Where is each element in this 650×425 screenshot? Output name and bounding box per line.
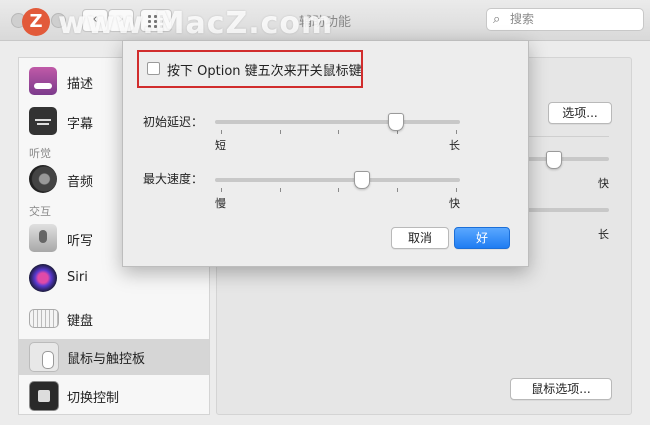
- sidebar-item-label: 字幕: [67, 117, 94, 132]
- watermark-text: www.MacZ.com: [58, 6, 334, 41]
- slider-tick: [338, 130, 339, 134]
- delay-long-label: 长: [598, 228, 609, 241]
- sidebar-item-label: 音频: [67, 175, 94, 190]
- speaker-icon: [29, 165, 57, 193]
- slider-tick: [280, 130, 281, 134]
- slider-tick: [456, 188, 457, 192]
- sidebar-item-label: 键盘: [67, 314, 94, 329]
- slider-tick: [456, 130, 457, 134]
- siri-icon: [29, 264, 57, 292]
- sidebar-item-switch-control[interactable]: 切换控制: [19, 378, 209, 414]
- slider-tick: [221, 130, 222, 134]
- max-speed-slider[interactable]: [215, 178, 460, 182]
- sidebar-item-label: 鼠标与触控板: [67, 352, 146, 367]
- sidebar-item-label: 描述: [67, 77, 94, 92]
- max-speed-label: 最大速度：: [143, 172, 204, 186]
- description-icon: [29, 67, 57, 95]
- slider-tick: [397, 188, 398, 192]
- mouse-options-button[interactable]: 鼠标选项...: [510, 378, 612, 400]
- delay-slider[interactable]: [517, 208, 609, 212]
- divider: [529, 136, 609, 137]
- max-speed-max-label: 快: [449, 197, 460, 210]
- switch-control-icon: [29, 381, 59, 411]
- sidebar-item-mouse-trackpad[interactable]: 鼠标与触控板: [19, 339, 209, 375]
- slider-tick: [280, 188, 281, 192]
- sidebar-item-label: 切换控制: [67, 391, 120, 406]
- max-speed-knob[interactable]: [354, 171, 370, 189]
- initial-delay-label: 初始延迟：: [143, 115, 204, 129]
- search-icon: ⌕: [493, 12, 501, 27]
- captions-icon: [29, 107, 57, 135]
- speed-fast-label: 快: [598, 177, 609, 190]
- initial-delay-max-label: 长: [449, 139, 460, 152]
- sidebar-item-keyboard[interactable]: 键盘: [19, 301, 209, 337]
- search-input[interactable]: ⌕ 搜索: [486, 8, 644, 31]
- section-header-hearing: 听觉: [29, 147, 51, 160]
- section-header-interaction: 交互: [29, 205, 51, 218]
- initial-delay-min-label: 短: [215, 139, 226, 152]
- highlight-box: 按下 Option 键五次来开关鼠标键: [137, 50, 363, 88]
- max-speed-min-label: 慢: [215, 197, 226, 210]
- option-key-toggle-label: 按下 Option 键五次来开关鼠标键: [167, 64, 362, 79]
- initial-delay-slider[interactable]: [215, 120, 460, 124]
- sidebar-item-label: 听写: [67, 234, 94, 249]
- initial-delay-knob[interactable]: [388, 113, 405, 131]
- tracking-speed-slider[interactable]: [517, 157, 609, 161]
- tracking-speed-knob[interactable]: [546, 151, 562, 169]
- sidebar-item-label: Siri: [67, 270, 88, 285]
- search-placeholder: 搜索: [510, 12, 535, 26]
- option-key-toggle-checkbox[interactable]: [147, 62, 160, 75]
- cancel-button[interactable]: 取消: [391, 227, 449, 249]
- mouse-keys-options-sheet: 按下 Option 键五次来开关鼠标键 初始延迟： 短 长 最大速度： 慢 快 …: [122, 40, 529, 267]
- watermark-logo: Z: [22, 8, 50, 36]
- slider-tick: [338, 188, 339, 192]
- ok-button[interactable]: 好: [454, 227, 510, 249]
- slider-tick: [221, 188, 222, 192]
- mouse-icon: [29, 342, 59, 372]
- microphone-icon: [29, 224, 57, 252]
- options-button[interactable]: 选项...: [548, 102, 612, 124]
- keyboard-icon: [29, 309, 59, 328]
